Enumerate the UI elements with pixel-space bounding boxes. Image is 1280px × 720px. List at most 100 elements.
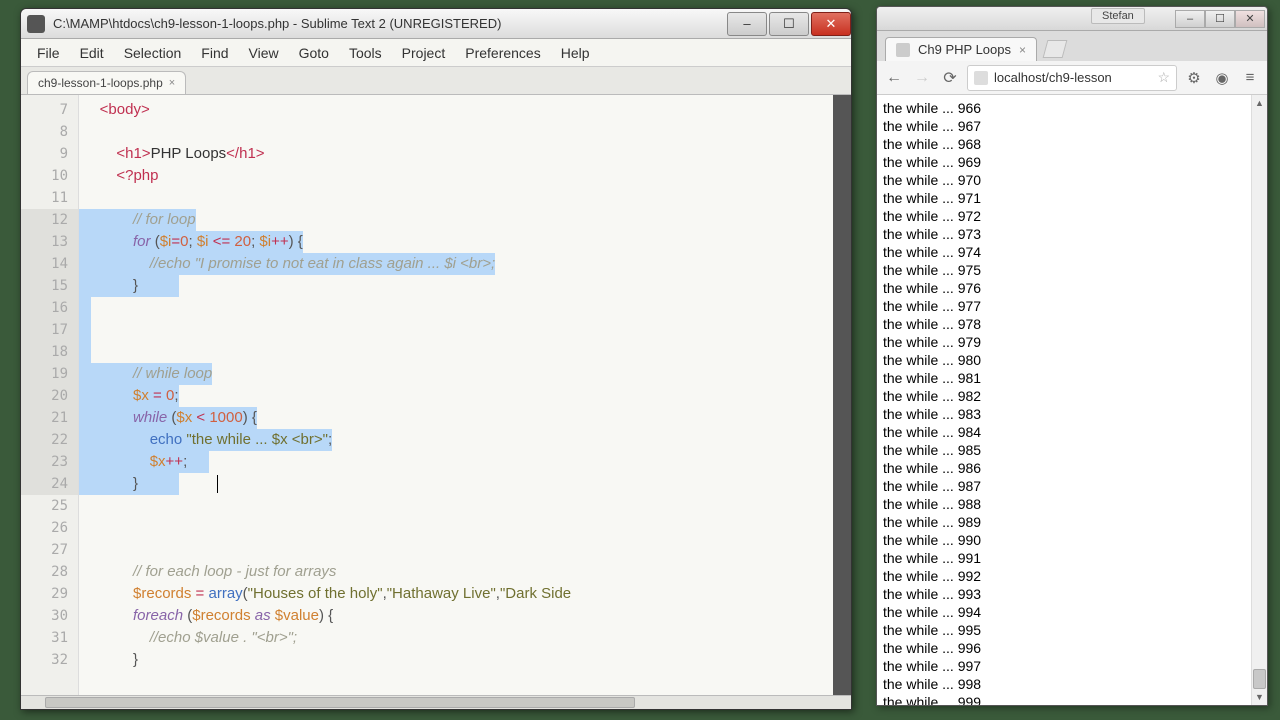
- code-line[interactable]: }: [79, 275, 833, 297]
- menu-project[interactable]: Project: [392, 41, 456, 65]
- code-line[interactable]: [79, 495, 833, 517]
- bookmark-star-icon[interactable]: ☆: [1157, 69, 1170, 86]
- line-number: 26: [21, 517, 78, 539]
- code-line[interactable]: //echo "I promise to not eat in class ag…: [79, 253, 833, 275]
- horizontal-scrollbar[interactable]: [21, 695, 851, 709]
- code-line[interactable]: foreach ($records as $value) {: [79, 605, 833, 627]
- output-line: the while ... 982: [883, 387, 1261, 405]
- output-line: the while ... 998: [883, 675, 1261, 693]
- maximize-button[interactable]: ☐: [769, 12, 809, 36]
- code-line[interactable]: $x++;: [79, 451, 833, 473]
- chrome-user-badge[interactable]: Stefan: [1091, 8, 1145, 24]
- sublime-text-window: C:\MAMP\htdocs\ch9-lesson-1-loops.php - …: [20, 8, 852, 710]
- chrome-titlebar[interactable]: Stefan – ☐ ✕: [877, 7, 1267, 31]
- code-line[interactable]: [79, 187, 833, 209]
- text-cursor: [217, 475, 218, 493]
- address-bar[interactable]: localhost/ch9-lesson ☆: [967, 65, 1177, 91]
- close-button[interactable]: ✕: [811, 12, 851, 36]
- editor-tab-active[interactable]: ch9-lesson-1-loops.php ×: [27, 71, 186, 94]
- chrome-window: Stefan – ☐ ✕ Ch9 PHP Loops × ← → ⟳ local…: [876, 6, 1268, 706]
- code-line[interactable]: [79, 297, 833, 319]
- code-line[interactable]: [79, 319, 833, 341]
- output-line: the while ... 988: [883, 495, 1261, 513]
- menu-file[interactable]: File: [27, 41, 70, 65]
- menu-preferences[interactable]: Preferences: [455, 41, 550, 65]
- output-line: the while ... 989: [883, 513, 1261, 531]
- code-line[interactable]: // for each loop - just for arrays: [79, 561, 833, 583]
- editor-tabs: ch9-lesson-1-loops.php ×: [21, 67, 851, 95]
- output-line: the while ... 995: [883, 621, 1261, 639]
- output-line: the while ... 971: [883, 189, 1261, 207]
- code-line[interactable]: [79, 539, 833, 561]
- tab-close-icon[interactable]: ×: [169, 77, 175, 89]
- vertical-scrollbar[interactable]: ▲ ▼: [1251, 95, 1267, 705]
- menu-help[interactable]: Help: [551, 41, 600, 65]
- code-line[interactable]: $x = 0;: [79, 385, 833, 407]
- code-line[interactable]: $records = array("Houses of the holy","H…: [79, 583, 833, 605]
- line-number: 14: [21, 253, 78, 275]
- output-line: the while ... 968: [883, 135, 1261, 153]
- line-number: 19: [21, 363, 78, 385]
- chrome-minimize-button[interactable]: –: [1175, 10, 1205, 28]
- scrollbar-thumb[interactable]: [1253, 669, 1266, 689]
- chrome-maximize-button[interactable]: ☐: [1205, 10, 1235, 28]
- minimap[interactable]: [833, 95, 851, 695]
- code-line[interactable]: [79, 517, 833, 539]
- code-line[interactable]: }: [79, 649, 833, 671]
- output-line: the while ... 985: [883, 441, 1261, 459]
- output-line: the while ... 976: [883, 279, 1261, 297]
- new-tab-button[interactable]: [1043, 40, 1068, 58]
- app-icon: [27, 15, 45, 33]
- page-icon: [974, 71, 988, 85]
- line-number: 8: [21, 121, 78, 143]
- code-line[interactable]: [79, 121, 833, 143]
- scroll-up-arrow-icon[interactable]: ▲: [1252, 95, 1267, 111]
- output-line: the while ... 992: [883, 567, 1261, 585]
- forward-button[interactable]: →: [911, 67, 933, 89]
- code-line[interactable]: [79, 341, 833, 363]
- menu-find[interactable]: Find: [191, 41, 238, 65]
- chrome-tab-close-icon[interactable]: ×: [1019, 43, 1026, 57]
- scroll-down-arrow-icon[interactable]: ▼: [1252, 689, 1267, 705]
- code-line[interactable]: for ($i=0; $i <= 20; $i++) {: [79, 231, 833, 253]
- output-line: the while ... 972: [883, 207, 1261, 225]
- code-line[interactable]: echo "the while ... $x <br>";: [79, 429, 833, 451]
- code-editor[interactable]: <body> <h1>PHP Loops</h1> <?php // for l…: [79, 95, 833, 695]
- line-number: 9: [21, 143, 78, 165]
- output-line: the while ... 993: [883, 585, 1261, 603]
- settings-gear-icon[interactable]: ⚙: [1183, 67, 1205, 89]
- line-number: 13: [21, 231, 78, 253]
- code-line[interactable]: //echo $value . "<br>";: [79, 627, 833, 649]
- code-line[interactable]: // for loop: [79, 209, 833, 231]
- minimize-button[interactable]: –: [727, 12, 767, 36]
- scrollbar-thumb[interactable]: [45, 697, 635, 708]
- output-line: the while ... 974: [883, 243, 1261, 261]
- output-line: the while ... 967: [883, 117, 1261, 135]
- browser-viewport[interactable]: the while ... 966the while ... 967the wh…: [877, 95, 1267, 705]
- menu-edit[interactable]: Edit: [70, 41, 114, 65]
- code-line[interactable]: <h1>PHP Loops</h1>: [79, 143, 833, 165]
- menu-icon[interactable]: ≡: [1239, 67, 1261, 89]
- output-line: the while ... 987: [883, 477, 1261, 495]
- sublime-titlebar[interactable]: C:\MAMP\htdocs\ch9-lesson-1-loops.php - …: [21, 9, 851, 39]
- code-line[interactable]: <?php: [79, 165, 833, 187]
- chrome-close-button[interactable]: ✕: [1235, 10, 1265, 28]
- favicon-icon: [896, 43, 910, 57]
- camera-icon[interactable]: ◉: [1211, 67, 1233, 89]
- menu-selection[interactable]: Selection: [114, 41, 192, 65]
- output-line: the while ... 980: [883, 351, 1261, 369]
- code-line[interactable]: while ($x < 1000) {: [79, 407, 833, 429]
- code-line[interactable]: // while loop: [79, 363, 833, 385]
- menu-view[interactable]: View: [239, 41, 289, 65]
- menu-tools[interactable]: Tools: [339, 41, 392, 65]
- code-line[interactable]: }: [79, 473, 833, 495]
- editor-area[interactable]: 7891011121314151617181920212223242526272…: [21, 95, 851, 695]
- line-number: 32: [21, 649, 78, 671]
- menu-goto[interactable]: Goto: [289, 41, 339, 65]
- line-number: 7: [21, 99, 78, 121]
- back-button[interactable]: ←: [883, 67, 905, 89]
- chrome-tab-active[interactable]: Ch9 PHP Loops ×: [885, 37, 1037, 61]
- reload-button[interactable]: ⟳: [939, 67, 961, 89]
- window-title: C:\MAMP\htdocs\ch9-lesson-1-loops.php - …: [45, 16, 727, 31]
- code-line[interactable]: <body>: [79, 99, 833, 121]
